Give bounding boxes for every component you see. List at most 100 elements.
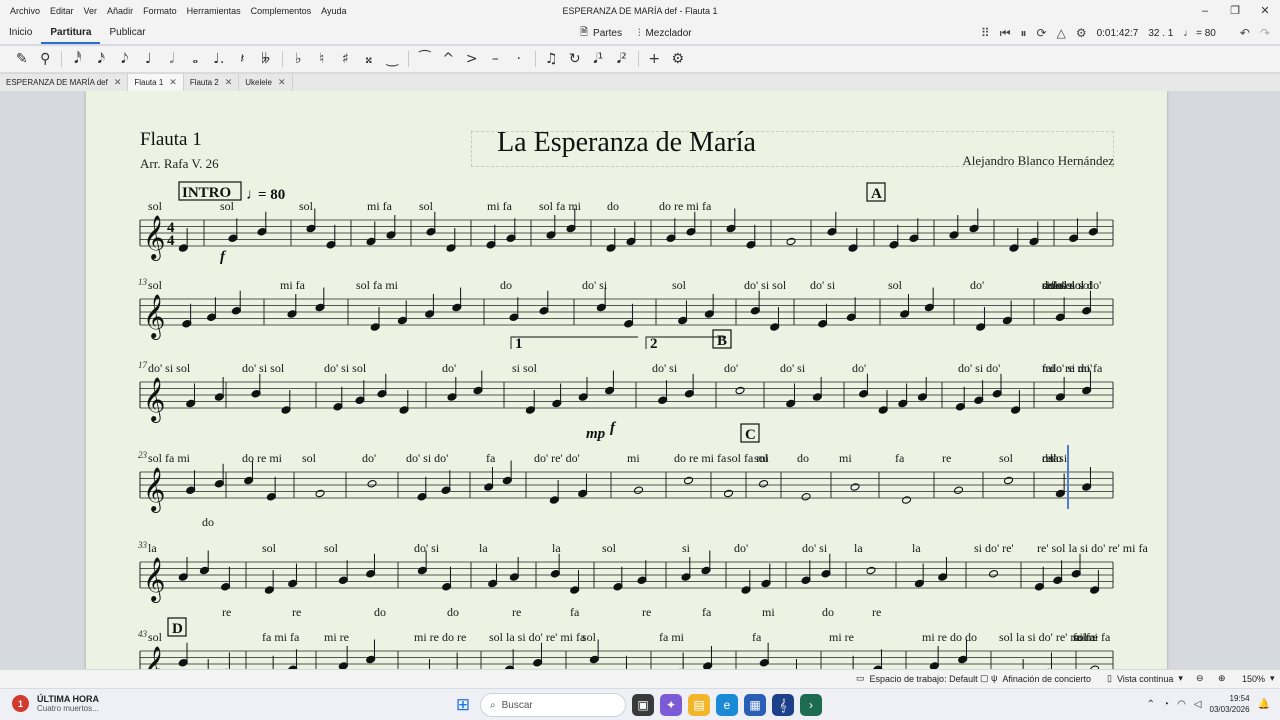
note-name-label-below[interactable]: do xyxy=(374,605,386,619)
note-name-label[interactable]: fa xyxy=(752,630,762,644)
minimize-icon[interactable]: – xyxy=(1190,0,1220,22)
note-name-label-below[interactable]: re xyxy=(222,605,231,619)
note-name-label[interactable]: si do' re' xyxy=(974,541,1014,555)
dynamic-marking[interactable]: f xyxy=(610,420,617,436)
rehearsal-mark[interactable]: A xyxy=(871,186,882,202)
staccato-icon[interactable]: ♫ xyxy=(540,51,564,67)
treble-clef-icon[interactable]: 𝄞 xyxy=(143,294,165,340)
note-name-label[interactable]: do' si do' xyxy=(958,361,1000,375)
note-name-label[interactable]: fa mi xyxy=(659,630,685,644)
note-name-label[interactable]: sol xyxy=(262,541,277,555)
voice-2-icon[interactable]: + xyxy=(643,51,667,67)
note-name-label[interactable]: do xyxy=(500,278,512,292)
concert-pitch-toggle[interactable]: ▢ ψ Afinación de concierto xyxy=(980,673,1091,684)
treble-clef-icon[interactable]: 𝄞 xyxy=(143,467,165,513)
note-name-label[interactable]: do' si xyxy=(780,361,806,375)
time-sig-bottom[interactable]: 4 xyxy=(167,233,175,249)
menu-formato[interactable]: Formato xyxy=(138,6,182,16)
note-name-label[interactable]: la xyxy=(479,541,488,555)
tie-icon[interactable]: ⁀ xyxy=(413,51,437,67)
sharp-icon[interactable]: 𝄪 xyxy=(357,51,381,67)
mixer-button[interactable]: ⫶ Mezclador xyxy=(638,28,692,39)
notehead[interactable] xyxy=(633,486,644,495)
notehead[interactable] xyxy=(786,237,796,246)
note-name-label-below[interactable]: do xyxy=(202,515,214,529)
note-name-label[interactable]: mi fa xyxy=(280,278,306,292)
menu-ayuda[interactable]: Ayuda xyxy=(316,6,351,16)
view-mode-selector[interactable]: ▯ Vista continua ▾ xyxy=(1107,673,1183,684)
metronome-icon[interactable]: △ xyxy=(1057,26,1066,40)
loop-icon[interactable]: ⟳ xyxy=(1037,26,1047,40)
tray-chevron-icon[interactable]: ⌃ xyxy=(1147,699,1155,710)
augmentation-dot-icon[interactable]: 𝄽 xyxy=(231,51,255,67)
menu-editar[interactable]: Editar xyxy=(45,6,79,16)
menu-archivo[interactable]: Archivo xyxy=(5,6,45,16)
undo-icon[interactable]: ↶ xyxy=(1240,26,1250,40)
note-name-label[interactable]: do' si xyxy=(802,541,828,555)
store-icon[interactable]: ▦ xyxy=(744,694,766,716)
zoom-in-button[interactable]: ⊕ xyxy=(1218,673,1226,684)
quarter-note-icon[interactable]: 𝅗𝅥 xyxy=(160,51,184,67)
tab-partitura[interactable]: Partitura xyxy=(41,22,101,44)
menu-anadir[interactable]: Añadir xyxy=(102,6,138,16)
voice-1-icon[interactable]: 𝅘𝅥² xyxy=(610,51,634,67)
close-icon[interactable]: ✕ xyxy=(225,77,233,88)
notehead[interactable] xyxy=(953,486,964,495)
note-name-label[interactable]: si xyxy=(682,541,691,555)
close-icon[interactable]: ✕ xyxy=(1250,0,1280,22)
play-pause-icon[interactable]: ⏸ xyxy=(1021,26,1027,41)
note-name-label-below[interactable]: re xyxy=(872,605,881,619)
treble-clef-icon[interactable]: 𝄞 xyxy=(143,215,165,261)
note-name-label[interactable]: do' xyxy=(852,361,866,375)
note-name-label[interactable]: fa xyxy=(486,451,496,465)
note-name-label[interactable]: re' sol la si do' re' mi fa xyxy=(1037,541,1148,555)
note-name-label[interactable]: sol xyxy=(324,541,339,555)
rehearsal-mark[interactable]: C xyxy=(745,427,756,443)
close-icon[interactable]: ✕ xyxy=(278,77,286,88)
double-flat-icon[interactable]: ♭ xyxy=(287,51,311,67)
measure-number[interactable]: 13 xyxy=(138,277,148,287)
note-name-label[interactable]: sol xyxy=(888,278,903,292)
note-name-label[interactable]: mi fa xyxy=(487,199,513,213)
note-name-label[interactable]: mi re do do xyxy=(922,630,977,644)
score-notation[interactable]: 𝄞 44sol sol sol mi fa sol mi fa sol fa mi do do r… xyxy=(86,91,1167,669)
copilot-icon[interactable]: ✦ xyxy=(660,694,682,716)
tab-inicio[interactable]: Inicio xyxy=(0,22,41,44)
note-name-label[interactable]: do' si xyxy=(582,278,608,292)
note-name-label[interactable]: la xyxy=(854,541,863,555)
close-icon[interactable]: ✕ xyxy=(114,77,122,88)
volta-bracket[interactable] xyxy=(510,336,638,349)
slur-icon[interactable]: ^ xyxy=(437,51,461,67)
note-name-label[interactable]: do' si sol xyxy=(744,278,787,292)
rehearsal-mark[interactable]: B xyxy=(717,333,727,349)
notehead[interactable] xyxy=(850,483,860,492)
score-canvas[interactable]: Flauta 1 Arr. Rafa V. 26 La Esperanza de… xyxy=(0,91,1280,669)
16th-note-icon[interactable]: 𝅘𝅥𝅮 xyxy=(113,51,137,67)
note-name-label[interactable]: sol xyxy=(999,451,1014,465)
natural-icon[interactable]: ♯ xyxy=(334,51,358,67)
note-name-label-below[interactable]: do xyxy=(447,605,459,619)
half-note-icon[interactable]: 𝅝 xyxy=(184,51,208,67)
note-name-label[interactable]: fa xyxy=(895,451,905,465)
note-name-label[interactable]: do re mi xyxy=(242,451,283,465)
rest-icon[interactable]: 𝄫 xyxy=(254,51,278,67)
note-name-label[interactable]: mi xyxy=(627,451,640,465)
notehead[interactable] xyxy=(901,496,912,505)
note-name-label-below[interactable]: re xyxy=(642,605,651,619)
note-name-label[interactable]: do' re' do' xyxy=(534,451,580,465)
input-mode-icon[interactable]: ✎ xyxy=(10,51,34,67)
notehead[interactable] xyxy=(801,492,811,501)
note-name-label[interactable]: sol xyxy=(148,630,163,644)
rewind-icon[interactable]: ⏮ xyxy=(1000,26,1011,41)
terminal-icon[interactable]: › xyxy=(800,694,822,716)
drag-handle-icon[interactable]: ⠿ xyxy=(981,26,990,40)
wifi-icon[interactable]: ◠ xyxy=(1177,699,1186,710)
menu-herramientas[interactable]: Herramientas xyxy=(182,6,246,16)
measure-number[interactable]: 17 xyxy=(138,360,148,370)
32nd-note-icon[interactable]: 𝅘𝅥𝅯 xyxy=(90,51,114,67)
note-name-label[interactable]: do' si sol xyxy=(148,361,191,375)
note-name-label[interactable]: la xyxy=(912,541,921,555)
note-name-label[interactable]: mi xyxy=(839,451,852,465)
notehead[interactable] xyxy=(988,569,999,578)
note-name-label[interactable]: do' xyxy=(362,451,376,465)
